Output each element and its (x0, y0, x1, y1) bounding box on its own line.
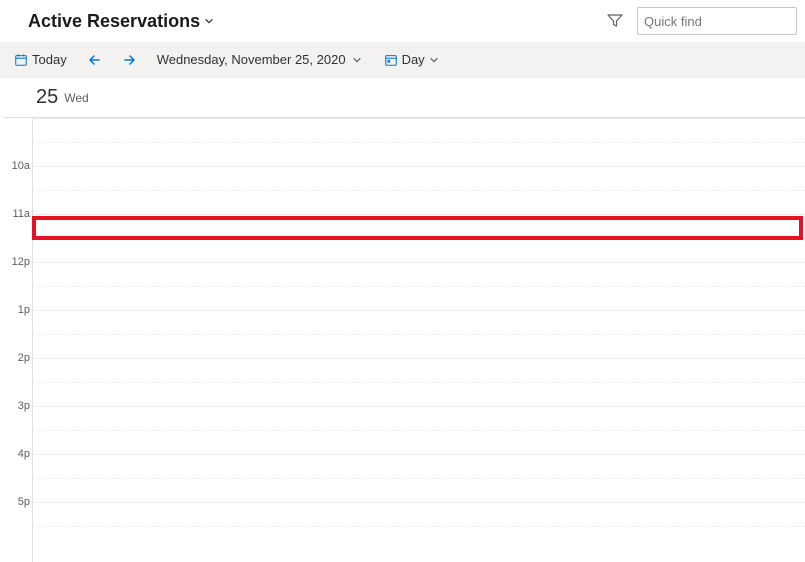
view-mode-label: Day (402, 52, 425, 67)
view-mode-picker[interactable]: Day (378, 46, 445, 74)
quick-find-search[interactable] (637, 7, 797, 35)
calendar-icon (14, 53, 28, 67)
half-hour-line (32, 430, 805, 431)
date-picker[interactable]: Wednesday, November 25, 2020 (151, 46, 368, 74)
half-hour-line (32, 526, 805, 527)
chevron-right-icon (121, 52, 137, 68)
half-hour-line (32, 382, 805, 383)
hour-line (32, 358, 805, 359)
filter-icon (607, 13, 623, 29)
half-hour-line (32, 190, 805, 191)
day-number: 25 (36, 86, 58, 109)
hour-label: 2p (4, 352, 30, 364)
time-gutter-line (32, 118, 33, 562)
hour-label: 1p (4, 304, 30, 316)
hour-line (32, 406, 805, 407)
next-button[interactable] (117, 46, 141, 74)
calendar-grid[interactable]: 10a 11a 12p 1p 2p 3p 4p 5p (4, 118, 805, 562)
hour-line (32, 502, 805, 503)
hour-line (32, 118, 805, 119)
date-label: Wednesday, November 25, 2020 (157, 52, 346, 67)
half-hour-line (32, 286, 805, 287)
hour-label: 5p (4, 496, 30, 508)
hour-label: 3p (4, 400, 30, 412)
chevron-left-icon (87, 52, 103, 68)
chevron-down-icon (429, 55, 439, 65)
half-hour-line (32, 478, 805, 479)
day-name: Wed (64, 91, 88, 105)
hour-line (32, 214, 805, 215)
today-label: Today (32, 52, 67, 67)
hour-line (32, 262, 805, 263)
hour-label: 10a (4, 160, 30, 172)
hour-line (32, 454, 805, 455)
hour-line (32, 310, 805, 311)
half-hour-line (32, 334, 805, 335)
hour-line (32, 166, 805, 167)
view-title-dropdown[interactable]: Active Reservations (28, 11, 214, 32)
today-button[interactable]: Today (8, 46, 73, 74)
hour-label: 4p (4, 448, 30, 460)
calendar-day-icon (384, 53, 398, 67)
selected-time-slot[interactable] (32, 216, 803, 240)
hour-label: 12p (4, 256, 30, 268)
quick-find-input[interactable] (644, 14, 805, 29)
filter-button[interactable] (601, 7, 629, 35)
prev-button[interactable] (83, 46, 107, 74)
chevron-down-icon (352, 55, 362, 65)
view-title: Active Reservations (28, 11, 200, 32)
chevron-down-icon (204, 16, 214, 26)
half-hour-line (32, 142, 805, 143)
hour-label: 11a (4, 208, 30, 220)
day-header: 25 Wed (4, 78, 805, 118)
